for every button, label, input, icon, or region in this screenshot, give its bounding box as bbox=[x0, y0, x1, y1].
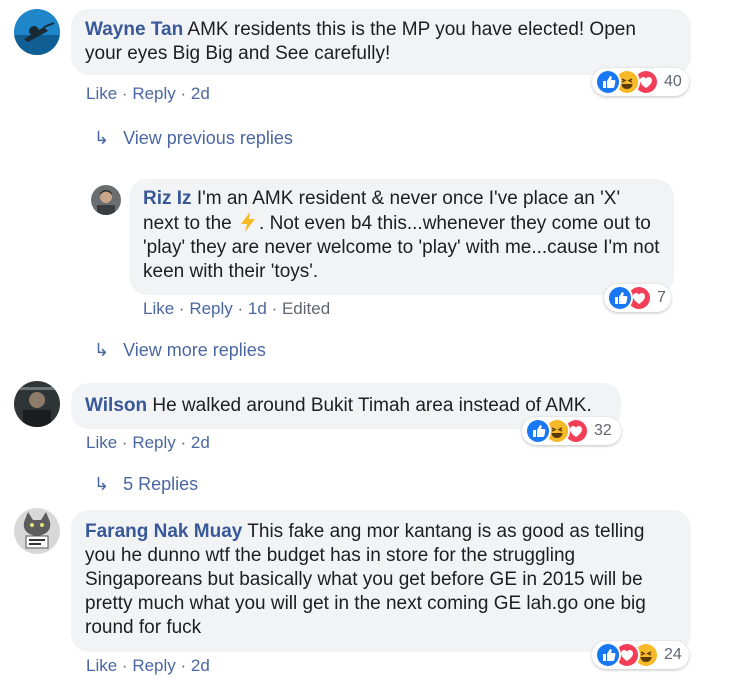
separator-dot: · bbox=[121, 84, 133, 103]
reply-arrow-icon: ↳ bbox=[94, 474, 110, 494]
reaction-count: 24 bbox=[664, 646, 682, 663]
comment-actions: Like · Reply · 2d bbox=[86, 433, 210, 453]
timestamp[interactable]: 1d bbox=[248, 299, 267, 318]
reaction-summary[interactable]: 24 bbox=[592, 641, 689, 669]
view-previous-replies-link[interactable]: ↳ View previous replies bbox=[94, 128, 293, 149]
reaction-count: 7 bbox=[657, 289, 666, 306]
comment-author[interactable]: Farang Nak Muay bbox=[85, 521, 242, 542]
like-button[interactable]: Like bbox=[86, 433, 117, 452]
reaction-summary[interactable]: 7 bbox=[604, 284, 671, 312]
like-button[interactable]: Like bbox=[86, 84, 117, 103]
like-button[interactable]: Like bbox=[143, 299, 174, 318]
comment-author[interactable]: Riz Iz bbox=[143, 188, 192, 209]
comment-actions: Like · Reply · 2d bbox=[86, 656, 210, 676]
avatar-wilson[interactable] bbox=[14, 381, 60, 427]
separator-dot: · bbox=[121, 656, 133, 675]
comment-actions: Like · Reply · 1d · Edited bbox=[143, 299, 330, 319]
reply-button[interactable]: Reply bbox=[132, 433, 175, 452]
comment-bubble: Farang Nak Muay This fake ang mor kantan… bbox=[71, 510, 691, 652]
reply-arrow-icon: ↳ bbox=[94, 128, 110, 148]
reply-button[interactable]: Reply bbox=[132, 84, 175, 103]
avatar-farang-nak-muay[interactable] bbox=[14, 508, 60, 554]
avatar-image bbox=[91, 185, 121, 215]
view-previous-replies-label: View previous replies bbox=[123, 128, 293, 148]
comment-bubble: Wayne Tan AMK residents this is the MP y… bbox=[71, 9, 691, 75]
replies-count-label: 5 Replies bbox=[123, 474, 199, 494]
separator-dot: · bbox=[178, 299, 190, 318]
timestamp[interactable]: 2d bbox=[191, 656, 210, 675]
avatar-wayne-tan[interactable] bbox=[14, 9, 60, 55]
like-reaction-icon bbox=[595, 69, 621, 95]
edited-label[interactable]: Edited bbox=[282, 299, 330, 318]
reaction-summary[interactable]: 32 bbox=[522, 417, 621, 445]
comment-author[interactable]: Wilson bbox=[85, 395, 147, 416]
comment-bubble: Riz Iz I'm an AMK resident & never once … bbox=[129, 179, 674, 295]
like-reaction-icon bbox=[607, 285, 633, 311]
avatar-image bbox=[14, 9, 60, 55]
separator-dot: · bbox=[180, 84, 191, 103]
reaction-count: 32 bbox=[594, 422, 612, 439]
comment-actions: Like · Reply · 2d bbox=[86, 84, 210, 104]
reply-arrow-icon: ↳ bbox=[94, 340, 110, 360]
avatar-image bbox=[14, 381, 60, 427]
like-button[interactable]: Like bbox=[86, 656, 117, 675]
comment-text: He walked around Bukit Timah area instea… bbox=[152, 395, 592, 416]
timestamp[interactable]: 2d bbox=[191, 433, 210, 452]
separator-dot: · bbox=[121, 433, 133, 452]
timestamp[interactable]: 2d bbox=[191, 84, 210, 103]
view-more-replies-label: View more replies bbox=[123, 340, 266, 360]
separator-dot: · bbox=[271, 299, 282, 318]
like-reaction-icon bbox=[595, 642, 621, 668]
avatar-riz-iz[interactable] bbox=[91, 185, 121, 215]
view-more-replies-link[interactable]: ↳ View more replies bbox=[94, 340, 266, 361]
reaction-count: 40 bbox=[664, 73, 682, 90]
replies-count-link[interactable]: ↳ 5 Replies bbox=[94, 474, 198, 495]
reaction-summary[interactable]: 40 bbox=[592, 68, 689, 96]
separator-dot: · bbox=[180, 433, 191, 452]
lightning-emoji bbox=[237, 211, 259, 233]
comment-author[interactable]: Wayne Tan bbox=[85, 19, 183, 40]
avatar-image bbox=[14, 508, 60, 554]
separator-dot: · bbox=[180, 656, 191, 675]
reply-button[interactable]: Reply bbox=[189, 299, 232, 318]
reply-button[interactable]: Reply bbox=[132, 656, 175, 675]
like-reaction-icon bbox=[525, 418, 551, 444]
separator-dot: · bbox=[237, 299, 248, 318]
